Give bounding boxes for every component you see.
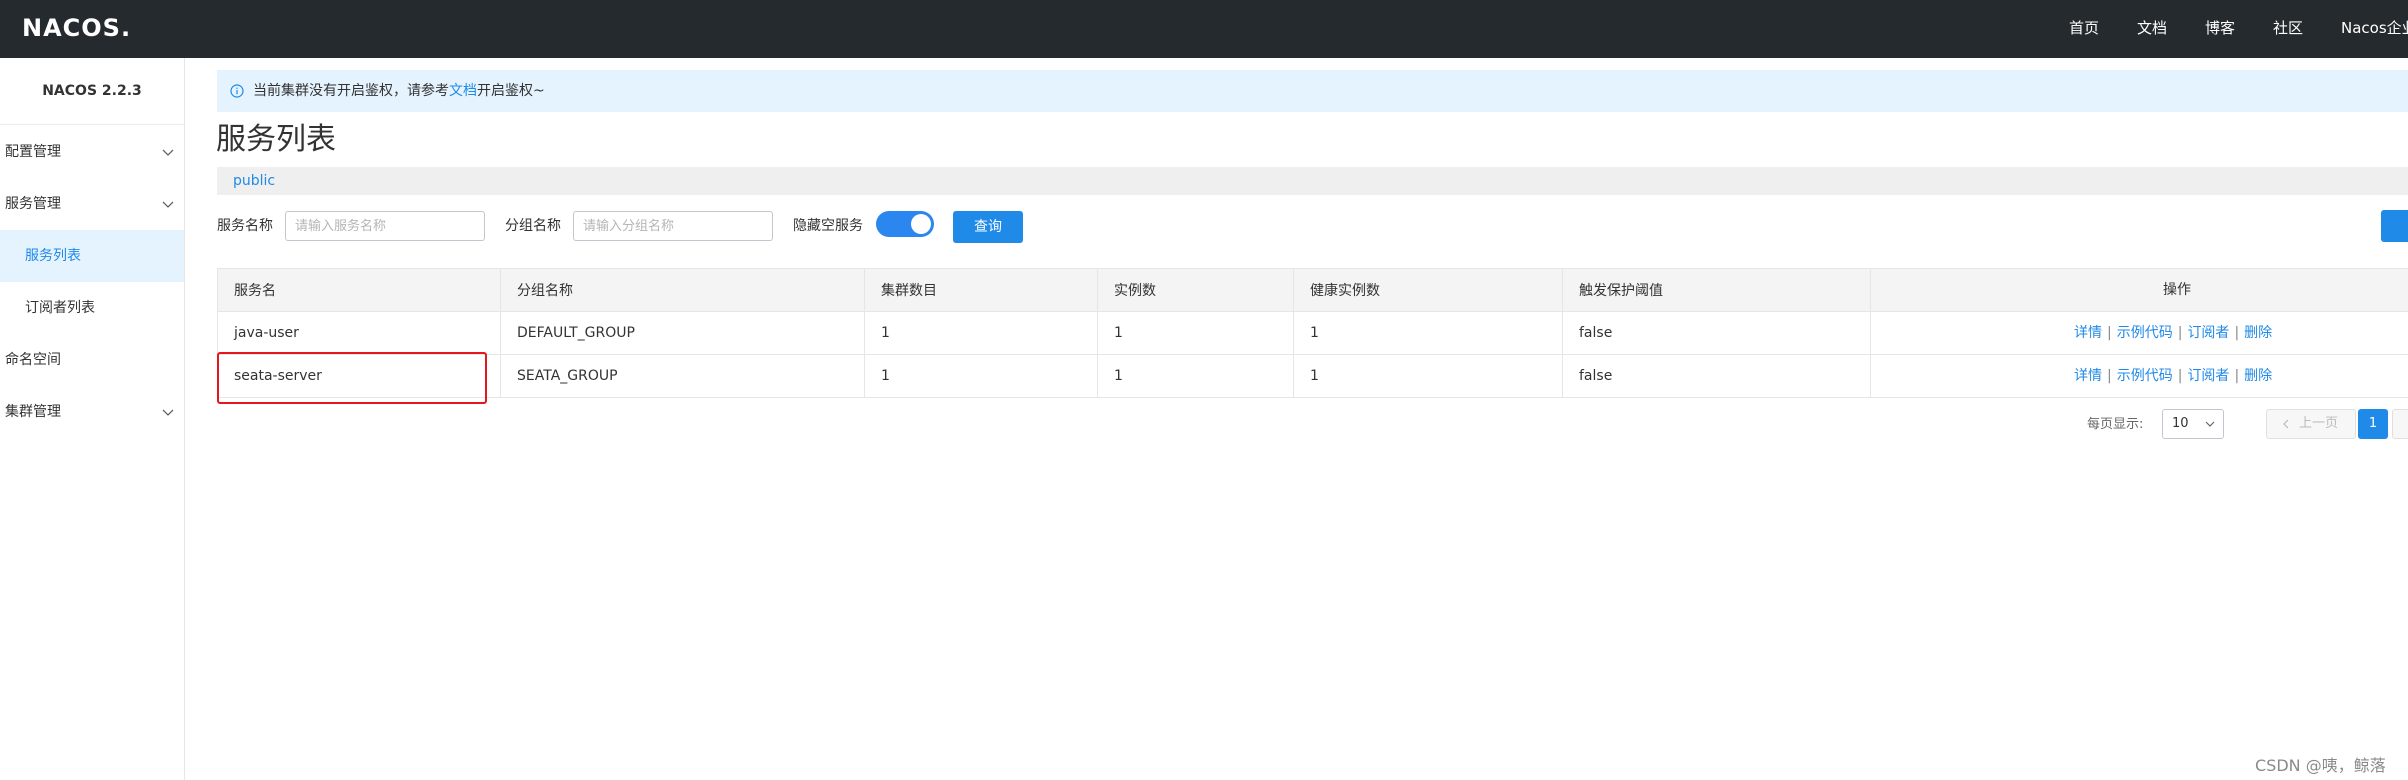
group-name-label: 分组名称 [505, 218, 561, 234]
column-header-operations: 操作 [1870, 268, 2408, 312]
detail-link[interactable]: 详情 [2074, 325, 2102, 341]
cell-healthy-count: 1 [1293, 354, 1563, 398]
column-header-cluster-count[interactable]: 集群数目 [864, 268, 1098, 312]
detail-link[interactable]: 详情 [2074, 368, 2102, 384]
toggle-knob [911, 214, 931, 234]
service-table: 服务名 分组名称 集群数目 实例数 健康实例数 触发保护阈值 操作 java-u… [217, 268, 2408, 398]
sample-code-link[interactable]: 示例代码 [2117, 325, 2173, 341]
sidebar-item-service-management[interactable]: 服务管理 [0, 178, 184, 230]
sidebar-item-label: 订阅者列表 [25, 300, 95, 316]
cell-service-name: java-user [217, 311, 501, 355]
delete-link[interactable]: 删除 [2244, 325, 2272, 341]
cell-threshold: false [1562, 311, 1871, 355]
csdn-watermark: CSDN @咦，鲸落 [2255, 756, 2386, 775]
notice-text: 当前集群没有开启鉴权，请参考文档开启鉴权~ [253, 70, 545, 112]
cell-cluster-count: 1 [864, 354, 1098, 398]
cell-instance-count: 1 [1097, 354, 1294, 398]
cell-healthy-count: 1 [1293, 311, 1563, 355]
top-navbar: NACOS. 首页 文档 博客 社区 Nacos企业版 [0, 0, 2408, 58]
namespace-bar: public [217, 167, 2408, 195]
sidebar-item-label: 配置管理 [5, 144, 61, 160]
separator: | [2234, 325, 2240, 341]
query-button[interactable]: 查询 [953, 211, 1023, 243]
operations-wrap: 详情 | 示例代码 | 订阅者 | 删除 [1872, 356, 2408, 397]
column-header-service-name[interactable]: 服务名 [217, 268, 501, 312]
page-title: 服务列表 [216, 122, 336, 157]
namespace-public-link[interactable]: public [233, 167, 275, 195]
notice-doc-link[interactable]: 文档 [449, 83, 477, 99]
per-page-label: 每页显示: [2087, 417, 2144, 432]
separator: | [2107, 368, 2112, 384]
cell-instance-count: 1 [1097, 311, 1294, 355]
column-header-group-name[interactable]: 分组名称 [500, 268, 865, 312]
table-row: java-user DEFAULT_GROUP 1 1 1 false 详情 | 示… [217, 311, 2408, 355]
version-label: NACOS 2.2.3 [0, 58, 184, 125]
cell-threshold: false [1562, 354, 1871, 398]
delete-link[interactable]: 删除 [2244, 368, 2272, 384]
nav-home[interactable]: 首页 [2069, 17, 2099, 38]
chevron-down-icon [162, 201, 174, 208]
prev-page-label: 上一页 [2299, 416, 2339, 431]
service-name-input[interactable] [285, 211, 485, 241]
table-row: seata-server SEATA_GROUP 1 1 1 false 详情 |… [217, 354, 2408, 398]
per-page-select[interactable]: 10 [2162, 409, 2224, 439]
group-name-input[interactable] [573, 211, 773, 241]
sidebar: NACOS 2.2.3 配置管理 服务管理 服务列表 订阅者列表 命名空间 集群… [0, 58, 185, 780]
hide-empty-label: 隐藏空服务 [793, 218, 863, 234]
sidebar-item-namespace[interactable]: 命名空间 [0, 334, 184, 386]
column-header-healthy-count[interactable]: 健康实例数 [1293, 268, 1563, 312]
sidebar-item-label: 服务管理 [5, 196, 61, 212]
sidebar-item-label: 集群管理 [5, 404, 61, 420]
hide-empty-toggle[interactable] [876, 211, 934, 237]
cell-group-name: SEATA_GROUP [500, 354, 865, 398]
chevron-down-icon [162, 149, 174, 156]
separator: | [2107, 325, 2112, 341]
sidebar-item-service-list[interactable]: 服务列表 [0, 230, 184, 282]
column-header-threshold[interactable]: 触发保护阈值 [1562, 268, 1871, 312]
table-header-row: 服务名 分组名称 集群数目 实例数 健康实例数 触发保护阈值 操作 [217, 268, 2408, 312]
nav-community[interactable]: 社区 [2273, 17, 2303, 38]
service-name-label: 服务名称 [217, 218, 273, 234]
column-header-instance-count[interactable]: 实例数 [1097, 268, 1294, 312]
cell-group-name: DEFAULT_GROUP [500, 311, 865, 355]
separator: | [2177, 325, 2183, 341]
notice-text-before: 当前集群没有开启鉴权，请参考 [253, 83, 449, 99]
operations-links: 详情 | 示例代码 | 订阅者 | 删除 [2074, 356, 2408, 397]
cell-operations: 详情 | 示例代码 | 订阅者 | 删除 [1870, 311, 2408, 355]
subscribers-link[interactable]: 订阅者 [2187, 368, 2229, 384]
nav-docs[interactable]: 文档 [2137, 17, 2167, 38]
notice-text-after: 开启鉴权~ [477, 83, 545, 99]
cell-cluster-count: 1 [864, 311, 1098, 355]
chevron-down-icon [162, 409, 174, 416]
info-circle-icon [230, 84, 244, 98]
separator: | [2177, 368, 2183, 384]
sidebar-item-cluster-management[interactable]: 集群管理 [0, 386, 184, 438]
operations-header-text: 操作 [2163, 282, 2191, 298]
page-1-button[interactable]: 1 [2358, 409, 2388, 439]
operations-header-wrap: 操作 [1872, 270, 2408, 311]
create-service-button[interactable] [2381, 210, 2408, 242]
prev-page-button[interactable]: 上一页 [2266, 409, 2356, 439]
nav-enterprise[interactable]: Nacos企业版 [2341, 17, 2408, 38]
cell-operations: 详情 | 示例代码 | 订阅者 | 删除 [1870, 354, 2408, 398]
cell-service-name: seata-server [217, 354, 501, 398]
next-page-button[interactable] [2392, 409, 2408, 439]
sample-code-link[interactable]: 示例代码 [2117, 368, 2173, 384]
nav-blog[interactable]: 博客 [2205, 17, 2235, 38]
sidebar-item-label: 服务列表 [25, 248, 81, 264]
separator: | [2234, 368, 2240, 384]
subscribers-link[interactable]: 订阅者 [2187, 325, 2229, 341]
chevron-down-icon [2205, 421, 2215, 427]
auth-notice: 当前集群没有开启鉴权，请参考文档开启鉴权~ [217, 70, 2408, 112]
nacos-logo[interactable]: NACOS. [22, 10, 131, 46]
per-page-value: 10 [2172, 416, 2189, 431]
chevron-left-icon [2283, 419, 2289, 429]
operations-wrap: 详情 | 示例代码 | 订阅者 | 删除 [1872, 313, 2408, 354]
sidebar-item-subscriber-list[interactable]: 订阅者列表 [0, 282, 184, 334]
operations-links: 详情 | 示例代码 | 订阅者 | 删除 [2074, 313, 2408, 354]
sidebar-item-label: 命名空间 [5, 352, 61, 368]
sidebar-item-config-management[interactable]: 配置管理 [0, 126, 184, 178]
